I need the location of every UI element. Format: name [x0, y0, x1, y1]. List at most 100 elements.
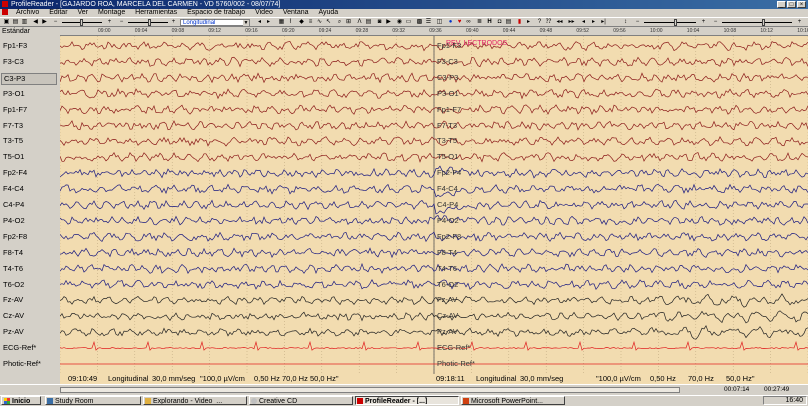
- channel-label[interactable]: T4-T6: [3, 264, 23, 274]
- filter-icon[interactable]: ⌇: [287, 19, 294, 26]
- header-icon[interactable]: H: [486, 19, 493, 26]
- heart-icon[interactable]: ♥: [456, 19, 463, 26]
- channel-label[interactable]: Photic-Ref*: [3, 359, 41, 369]
- play-icon[interactable]: ▸: [525, 19, 532, 26]
- close-button[interactable]: ×: [797, 1, 806, 8]
- channel-label[interactable]: T5-O1: [3, 152, 24, 162]
- help-icon[interactable]: ?: [536, 19, 543, 26]
- context-help-icon[interactable]: ⁇: [545, 19, 552, 26]
- menu-ventana[interactable]: Ventana: [283, 9, 309, 16]
- menu-herramientas[interactable]: Herramientas: [135, 9, 177, 16]
- channel-label[interactable]: ECG-Ref*: [3, 343, 36, 353]
- back-icon[interactable]: ◀: [32, 19, 39, 26]
- task-explorando[interactable]: Explorando - Video_...: [143, 396, 247, 405]
- channel-label[interactable]: Cz-AV: [3, 311, 24, 321]
- step-forward-icon[interactable]: ▸▸: [568, 19, 575, 26]
- speed-minus-button[interactable]: −: [52, 19, 59, 26]
- speed-plus-button[interactable]: +: [106, 19, 113, 26]
- page-forward-icon[interactable]: ▸: [590, 19, 597, 26]
- time-slider[interactable]: [722, 19, 792, 26]
- menu-archivo[interactable]: Archivo: [16, 9, 39, 16]
- task-study-room[interactable]: Study Room: [45, 396, 141, 405]
- amp-minus-button[interactable]: −: [634, 19, 641, 26]
- timeline-ruler[interactable]: 09:00 09:04 09:08 09:12 09:16 09:20 09:24 09:28…: [60, 27, 808, 36]
- marker-icon[interactable]: ◆: [298, 19, 305, 26]
- channel-label[interactable]: T6-O2: [3, 280, 24, 290]
- channel-icon[interactable]: ≡: [307, 19, 314, 26]
- time-plus-button[interactable]: +: [796, 19, 803, 26]
- channel-label[interactable]: Fp1-F3: [3, 41, 27, 51]
- end-icon[interactable]: ▸|: [600, 19, 607, 26]
- maximize-button[interactable]: □: [787, 1, 796, 8]
- measure-icon[interactable]: ⊞: [345, 19, 352, 26]
- channel-label[interactable]: C3-P3: [1, 72, 57, 85]
- tag-icon[interactable]: ◘: [496, 19, 503, 26]
- step-back-icon[interactable]: ◂◂: [556, 19, 563, 26]
- eyes-icon[interactable]: ∞: [465, 19, 472, 26]
- menu-espacio[interactable]: Espacio de trabajo: [187, 9, 245, 16]
- menu-ayuda[interactable]: Ayuda: [318, 9, 338, 16]
- time-minus-button[interactable]: −: [712, 19, 719, 26]
- channel-label[interactable]: Fz-AV: [3, 295, 23, 305]
- blue-marker-icon[interactable]: ●: [447, 19, 454, 26]
- channel-label[interactable]: Fp2-F8: [3, 232, 27, 242]
- channel-label[interactable]: F7-T3: [3, 121, 23, 131]
- eye-icon[interactable]: ◉: [396, 19, 403, 26]
- wave-icon[interactable]: ∿: [316, 19, 323, 26]
- map-icon[interactable]: ▩: [416, 19, 423, 26]
- montage-select[interactable]: Longitudinal ▼: [180, 19, 250, 26]
- stack-icon[interactable]: ≣: [476, 19, 483, 26]
- amplitude-slider[interactable]: [644, 19, 696, 26]
- montage-next-icon[interactable]: ▸: [265, 19, 272, 26]
- eeg-trace-area[interactable]: REV. LECTRODOS Fp1-F3 F3-C3 C3-P3 P3-O1 Fp1-…: [60, 36, 808, 374]
- forward-icon[interactable]: ▶: [41, 19, 48, 26]
- note-icon[interactable]: ▤: [505, 19, 512, 26]
- list-icon[interactable]: ☰: [425, 19, 432, 26]
- open-icon[interactable]: ▣: [3, 19, 10, 26]
- spike-icon[interactable]: Λ: [356, 19, 363, 26]
- gain-plus-button[interactable]: +: [170, 19, 177, 26]
- zoom-icon[interactable]: ⌕: [336, 19, 343, 26]
- channel-label[interactable]: Fp2-F4: [3, 168, 27, 178]
- cursor-icon[interactable]: ↖: [325, 19, 332, 26]
- gain-minus-button[interactable]: −: [118, 19, 125, 26]
- windows-logo-icon: [4, 398, 10, 404]
- page-back-icon[interactable]: ◂: [580, 19, 587, 26]
- amp-plus-button[interactable]: +: [700, 19, 707, 26]
- view-label[interactable]: Estándar: [0, 27, 60, 36]
- menu-montage[interactable]: Montage: [98, 9, 125, 16]
- channel-label[interactable]: P3-O1: [3, 89, 25, 99]
- start-button[interactable]: Inicio: [1, 396, 41, 405]
- menu-video[interactable]: Video: [255, 9, 273, 16]
- channel-label[interactable]: T3-T5: [3, 136, 23, 146]
- channel-label[interactable]: F4-C4: [3, 184, 24, 194]
- channel-label[interactable]: P4-O2: [3, 216, 25, 226]
- channel-label[interactable]: C4-P4: [3, 200, 24, 210]
- menu-ver[interactable]: Ver: [78, 9, 89, 16]
- horizontal-scrollbar[interactable]: [60, 387, 680, 393]
- video-icon[interactable]: ▶: [385, 19, 392, 26]
- timeline-mark: 09:04: [134, 28, 148, 34]
- channel-label[interactable]: Pz-AV: [3, 327, 24, 337]
- right-highfilter: 70,0 Hz: [688, 374, 714, 383]
- pointer-icon[interactable]: ↕: [622, 19, 629, 26]
- record-icon[interactable]: ▮: [516, 19, 523, 26]
- monitor-icon[interactable]: ▭: [405, 19, 412, 26]
- channel-label[interactable]: F3-C3: [3, 57, 24, 67]
- speed-slider[interactable]: [62, 19, 102, 26]
- task-powerpoint[interactable]: Microsoft PowerPoint...: [461, 396, 565, 405]
- camera-icon[interactable]: ◙: [376, 19, 383, 26]
- gain-slider[interactable]: [128, 19, 168, 26]
- print-icon[interactable]: ▤: [12, 19, 19, 26]
- task-creative-cd[interactable]: Creative CD: [249, 396, 353, 405]
- menu-editar[interactable]: Editar: [49, 9, 67, 16]
- save-icon[interactable]: ▥: [21, 19, 28, 26]
- channel-label[interactable]: Fp1-F7: [3, 105, 27, 115]
- minimize-button[interactable]: _: [777, 1, 786, 8]
- montage-prev-icon[interactable]: ◂: [256, 19, 263, 26]
- task-profilereader[interactable]: ProfileReader - [...]: [355, 396, 459, 405]
- grid-icon[interactable]: ▦: [278, 19, 285, 26]
- table-icon[interactable]: ▤: [365, 19, 372, 26]
- channel-label[interactable]: F8-T4: [3, 248, 23, 258]
- split-icon[interactable]: ◫: [436, 19, 443, 26]
